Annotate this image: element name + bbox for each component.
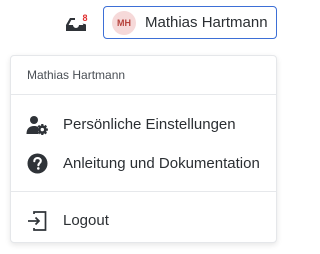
user-menu-button[interactable]: MH Mathias Hartmann [103, 6, 277, 39]
top-bar: 8 MH Mathias Hartmann [0, 0, 285, 48]
user-dropdown-menu: Mathias Hartmann Persönliche Einstellung… [10, 55, 277, 243]
logout-icon [25, 209, 49, 233]
menu-item-label: Persönliche Einstellungen [63, 116, 236, 133]
menu-item-logout[interactable]: Logout [11, 201, 276, 240]
notification-badge: 8 [79, 12, 91, 24]
menu-item-personal-settings[interactable]: Persönliche Einstellungen [11, 105, 276, 144]
menu-title: Mathias Hartmann [27, 68, 126, 82]
user-cog-icon [25, 113, 49, 137]
avatar: MH [112, 10, 136, 35]
menu-item-label: Logout [63, 212, 109, 229]
menu-item-label: Anleitung und Dokumentation [63, 155, 260, 172]
user-name: Mathias Hartmann [145, 14, 268, 31]
help-circle-icon [25, 152, 49, 176]
inbox-button[interactable]: 8 [65, 12, 91, 34]
menu-group-main: Persönliche Einstellungen Anleitung und … [11, 95, 276, 191]
menu-group-logout: Logout [11, 192, 276, 240]
menu-item-documentation[interactable]: Anleitung und Dokumentation [11, 144, 276, 183]
